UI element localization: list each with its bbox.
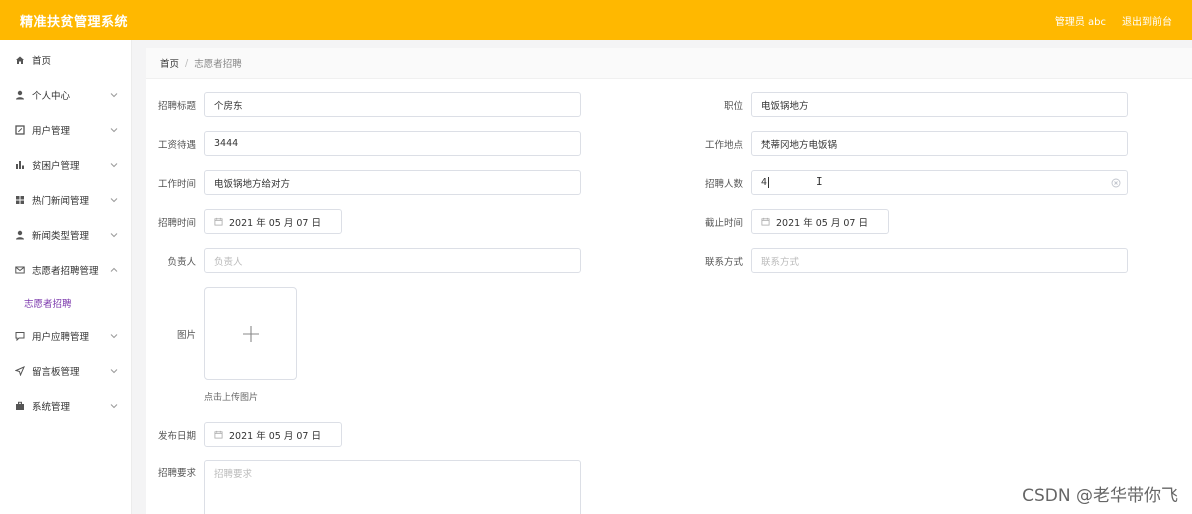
edit-icon [14, 124, 26, 136]
requirement-textarea[interactable]: 招聘要求 [204, 460, 581, 514]
chevron-down-icon [109, 125, 119, 135]
calendar-icon [214, 217, 223, 226]
user-icon [14, 89, 26, 101]
requirement-label: 招聘要求 [157, 468, 196, 479]
breadcrumb-separator: / [185, 57, 189, 69]
sidebar: 首页 个人中心 用户管理 贫困户管理 热门新闻管理 新闻类型管理 志愿者招聘管理… [0, 40, 132, 514]
sidebar-item-hot-news[interactable]: 热门新闻管理 [0, 182, 131, 217]
calendar-icon [214, 430, 223, 439]
manager-input[interactable]: 负责人 [204, 248, 581, 273]
briefcase-icon [14, 400, 26, 412]
manager-label: 负责人 [167, 257, 196, 268]
salary-input[interactable]: 3444 [204, 131, 581, 156]
headcount-label: 招聘人数 [704, 179, 743, 190]
deadline-value: 2021 年 05 月 07 日 [776, 217, 868, 229]
sidebar-item-label: 新闻类型管理 [32, 230, 90, 242]
grid-icon [14, 194, 26, 206]
sidebar-item-personal[interactable]: 个人中心 [0, 77, 131, 112]
sidebar-item-label: 系统管理 [32, 401, 71, 413]
text-caret [768, 177, 770, 188]
position-label: 职位 [723, 101, 743, 112]
image-upload[interactable] [204, 287, 297, 380]
recruit-time-value: 2021 年 05 月 07 日 [229, 217, 321, 229]
send-icon [14, 365, 26, 377]
sidebar-item-label: 用户应聘管理 [32, 331, 90, 343]
user-icon [14, 229, 26, 241]
sidebar-item-label: 志愿者招聘管理 [32, 265, 99, 277]
watermark: CSDN @老华带你飞 [1022, 486, 1178, 506]
sidebar-item-message-board[interactable]: 留言板管理 [0, 353, 131, 388]
deadline-picker[interactable]: 2021 年 05 月 07 日 [751, 209, 889, 234]
sidebar-item-label: 用户管理 [32, 125, 71, 137]
home-icon [14, 54, 26, 66]
chevron-down-icon [109, 401, 119, 411]
calendar-icon [761, 217, 770, 226]
breadcrumb-home[interactable]: 首页 [160, 56, 179, 70]
sidebar-item-label: 首页 [32, 55, 52, 67]
image-label: 图片 [176, 330, 196, 341]
chevron-down-icon [109, 366, 119, 376]
clear-circle-icon[interactable] [1111, 178, 1121, 188]
mail-icon [14, 264, 26, 276]
contact-label: 联系方式 [704, 257, 743, 268]
chart-icon [14, 159, 26, 171]
sidebar-item-home[interactable]: 首页 [0, 42, 131, 77]
publish-date-value: 2021 年 05 月 07 日 [229, 430, 321, 442]
chevron-down-icon [109, 160, 119, 170]
location-label: 工作地点 [704, 140, 743, 151]
worktime-label: 工作时间 [157, 179, 196, 190]
sidebar-item-news-types[interactable]: 新闻类型管理 [0, 217, 131, 252]
title-label: 招聘标题 [157, 101, 196, 112]
chevron-up-icon [109, 265, 119, 275]
ibeam-cursor-icon: I [816, 175, 823, 188]
sidebar-item-poor-households[interactable]: 贫困户管理 [0, 147, 131, 182]
plus-icon [242, 325, 259, 342]
logout-link[interactable]: 退出到前台 [1122, 13, 1172, 28]
breadcrumb: 首页 / 志愿者招聘 [146, 48, 1192, 79]
headcount-value: 4 [761, 177, 768, 188]
deadline-label: 截止时间 [704, 218, 743, 229]
header-right: 管理员 abc 退出到前台 [1055, 13, 1172, 28]
salary-label: 工资待遇 [157, 140, 196, 151]
sidebar-item-users[interactable]: 用户管理 [0, 112, 131, 147]
admin-label: 管理员 abc [1054, 16, 1106, 28]
sidebar-item-volunteer-recruit[interactable]: 志愿者招聘管理 [0, 252, 131, 287]
app-title: 精准扶贫管理系统 [20, 14, 129, 30]
sidebar-item-label: 贫困户管理 [32, 160, 80, 172]
title-input[interactable]: 个房东 [204, 92, 581, 117]
chevron-down-icon [109, 331, 119, 341]
recruit-time-picker[interactable]: 2021 年 05 月 07 日 [204, 209, 342, 234]
chevron-down-icon [109, 230, 119, 240]
recruit-time-label: 招聘时间 [157, 218, 196, 229]
sidebar-item-system[interactable]: 系统管理 [0, 388, 131, 423]
sidebar-subitem-volunteer-recruit[interactable]: 志愿者招聘 [0, 287, 131, 318]
publish-date-picker[interactable]: 2021 年 05 月 07 日 [204, 422, 342, 447]
upload-tip: 点击上传图片 [204, 393, 259, 403]
top-header: 精准扶贫管理系统 管理员 abc 退出到前台 [0, 0, 1192, 40]
position-input[interactable]: 电饭锅地方 [751, 92, 1128, 117]
headcount-input[interactable]: 4 [751, 170, 1128, 195]
worktime-input[interactable]: 电饭锅地方给对方 [204, 170, 581, 195]
sidebar-item-label: 个人中心 [32, 90, 71, 102]
publish-date-label: 发布日期 [157, 431, 196, 442]
sidebar-item-label: 留言板管理 [32, 366, 80, 378]
sidebar-item-label: 热门新闻管理 [32, 195, 90, 207]
main-content: 首页 / 志愿者招聘 招聘标题 个房东 职位 电饭锅地方 工资待遇 3444 工… [146, 48, 1192, 514]
chat-icon [14, 330, 26, 342]
sidebar-item-user-applications[interactable]: 用户应聘管理 [0, 318, 131, 353]
contact-input[interactable]: 联系方式 [751, 248, 1128, 273]
location-input[interactable]: 梵蒂冈地方电饭锅 [751, 131, 1128, 156]
chevron-down-icon [109, 90, 119, 100]
breadcrumb-current: 志愿者招聘 [194, 59, 242, 70]
chevron-down-icon [109, 195, 119, 205]
